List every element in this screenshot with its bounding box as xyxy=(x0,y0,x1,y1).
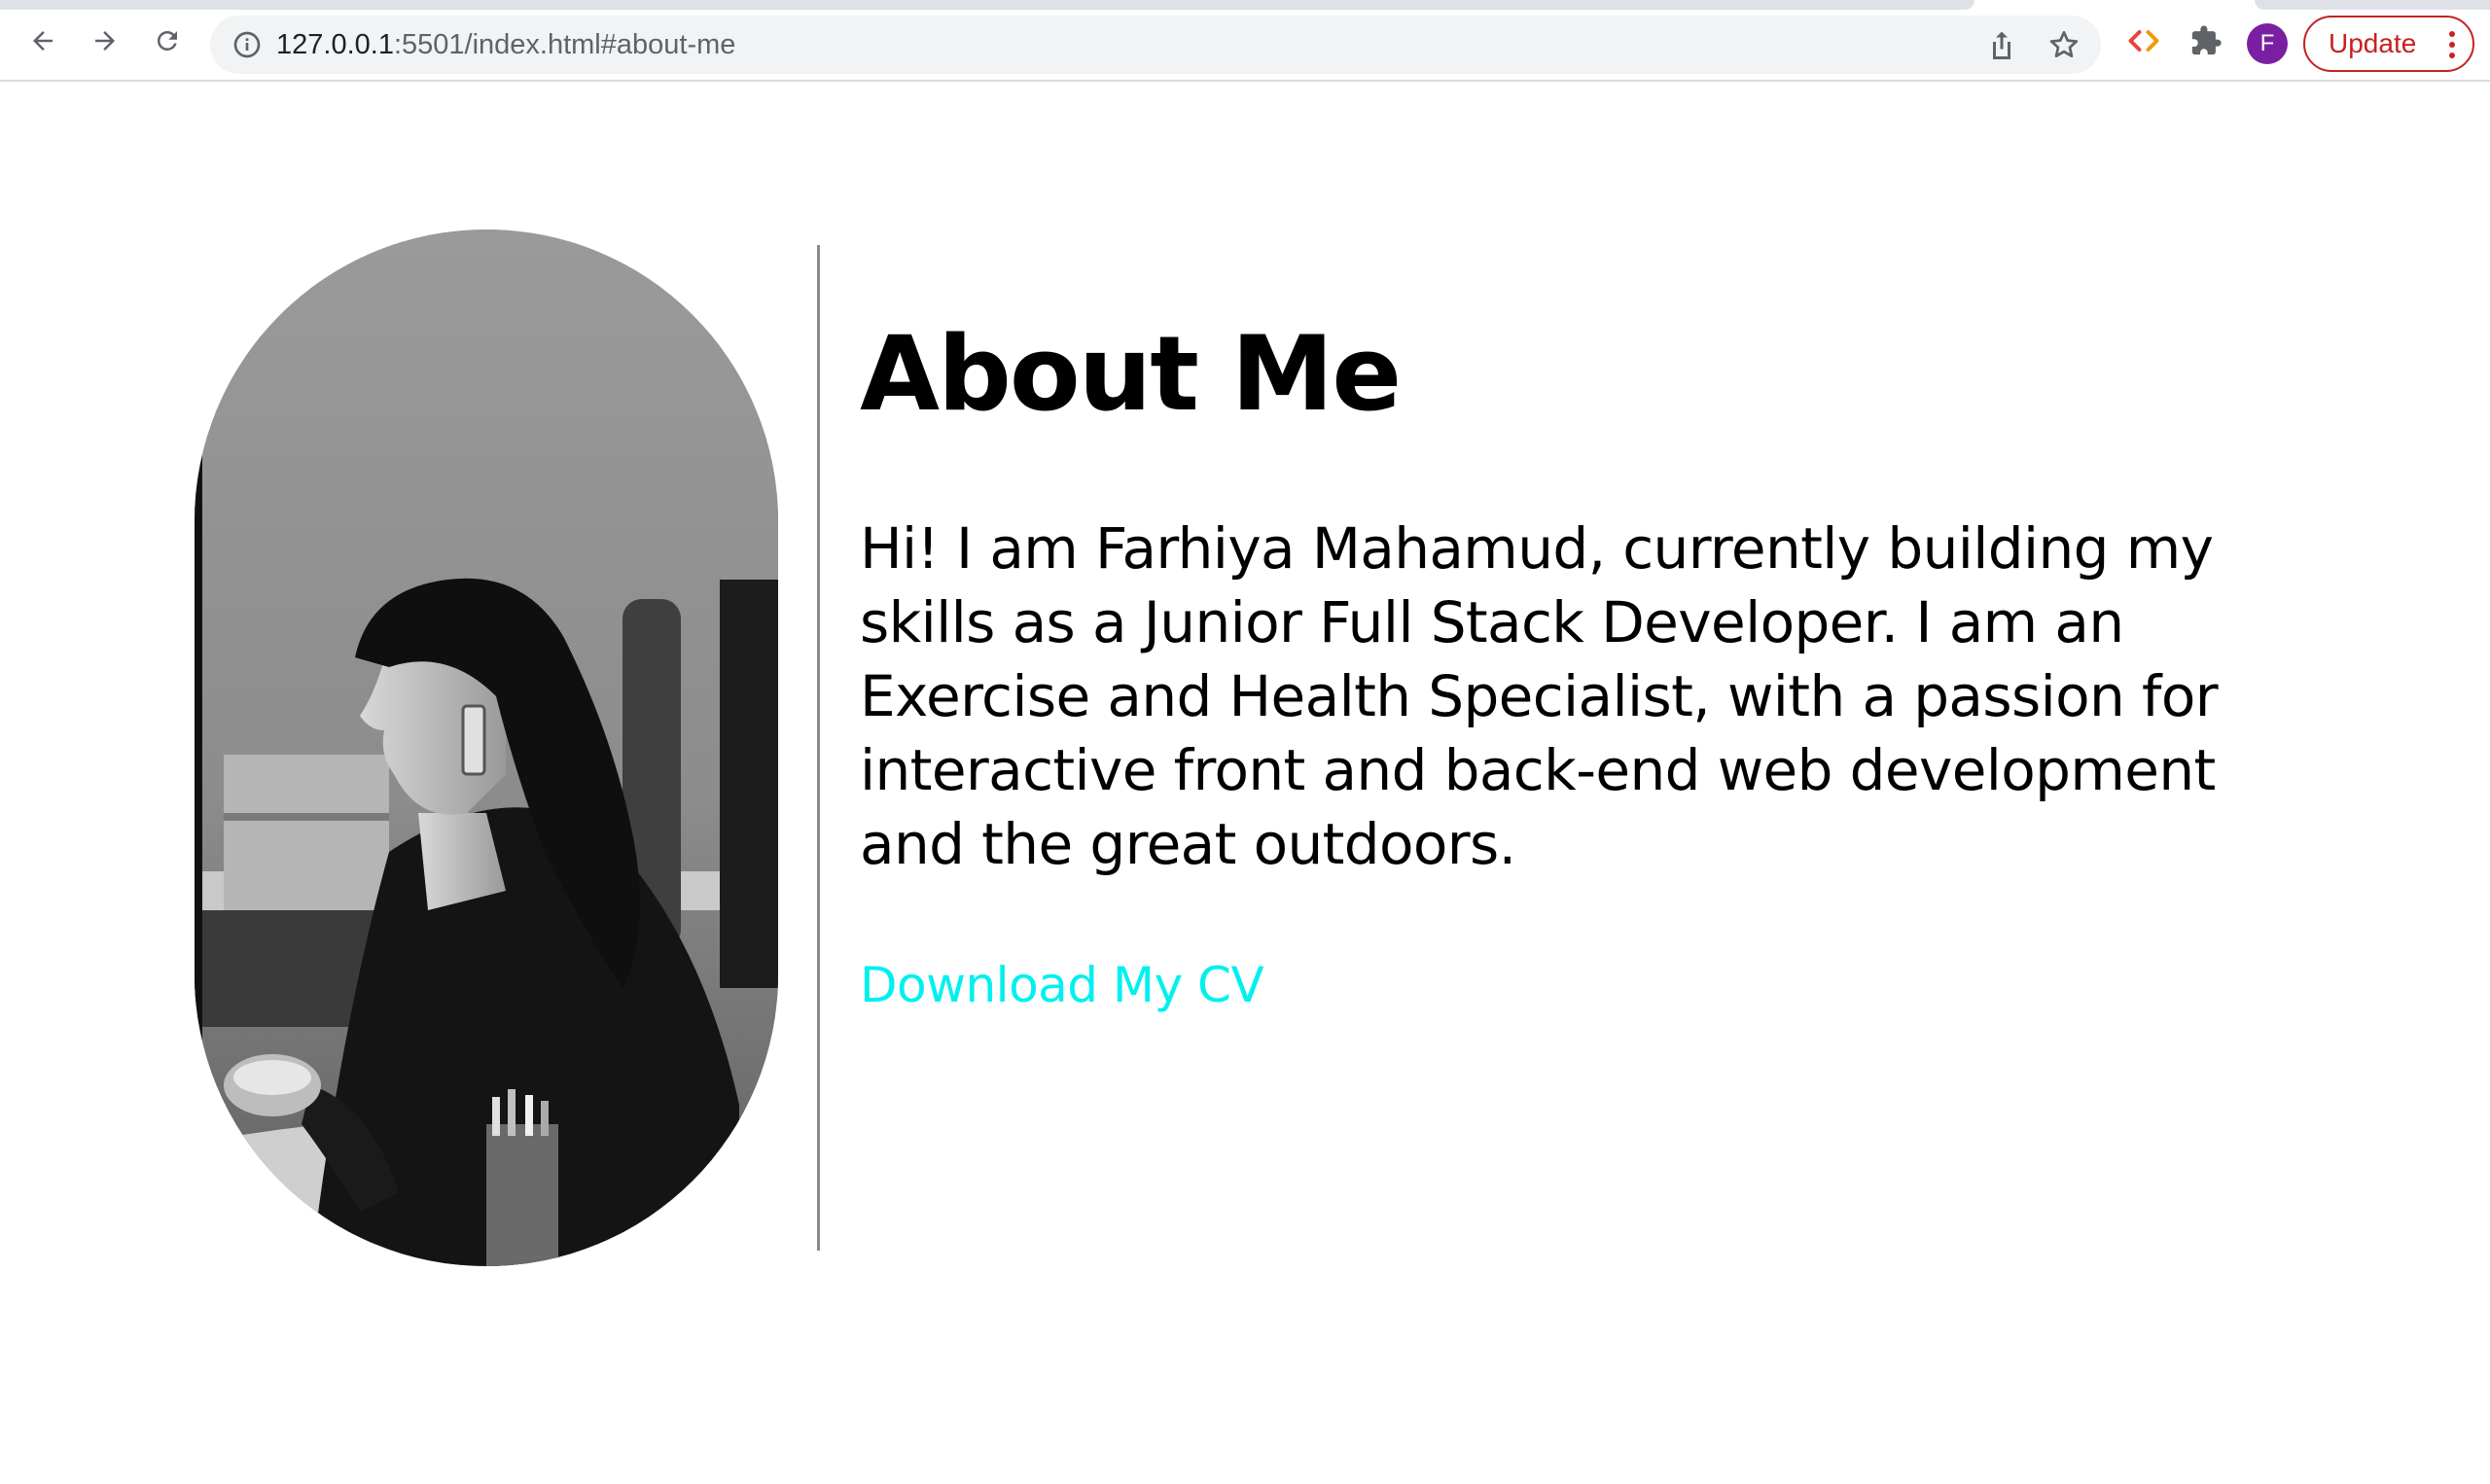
page-title: About Me xyxy=(860,314,1402,434)
share-icon[interactable] xyxy=(1984,27,2019,62)
devtools-extension-button[interactable] xyxy=(2122,19,2165,62)
profile-avatar[interactable]: F xyxy=(2247,23,2288,64)
devtools-extension-icon xyxy=(2128,30,2159,52)
update-button[interactable]: Update xyxy=(2303,16,2474,72)
reload-button[interactable] xyxy=(142,16,193,66)
site-info-icon[interactable] xyxy=(231,29,263,60)
download-cv-link[interactable]: Download My CV xyxy=(860,951,1264,1019)
url-text[interactable]: 127.0.0.1:5501/index.html#about-me xyxy=(276,27,735,62)
update-label: Update xyxy=(2329,28,2417,58)
portrait-image xyxy=(195,230,778,1266)
back-button[interactable] xyxy=(18,16,68,66)
tab-strip-edge xyxy=(0,0,1974,10)
extensions-button[interactable] xyxy=(2185,19,2227,62)
bookmark-star-icon[interactable] xyxy=(2046,27,2081,62)
browser-toolbar: 127.0.0.1:5501/index.html#about-me F Upd… xyxy=(0,0,2490,82)
menu-dots-icon[interactable] xyxy=(2449,31,2455,58)
tab-strip-edge-right xyxy=(2255,0,2490,10)
extensions-puzzle-icon xyxy=(2191,25,2222,55)
bio-paragraph: Hi! I am Farhiya Mahamud, currently buil… xyxy=(860,515,2219,877)
profile-photo xyxy=(195,230,778,1266)
back-icon xyxy=(33,31,53,51)
forward-icon xyxy=(95,31,115,51)
reload-icon xyxy=(157,30,177,51)
url-host: 127.0.0.1 xyxy=(276,29,394,60)
forward-button[interactable] xyxy=(80,16,130,66)
address-bar[interactable]: 127.0.0.1:5501/index.html#about-me xyxy=(210,16,2101,74)
url-path: :5501/index.html#about-me xyxy=(393,29,736,60)
vertical-divider xyxy=(817,245,820,1251)
